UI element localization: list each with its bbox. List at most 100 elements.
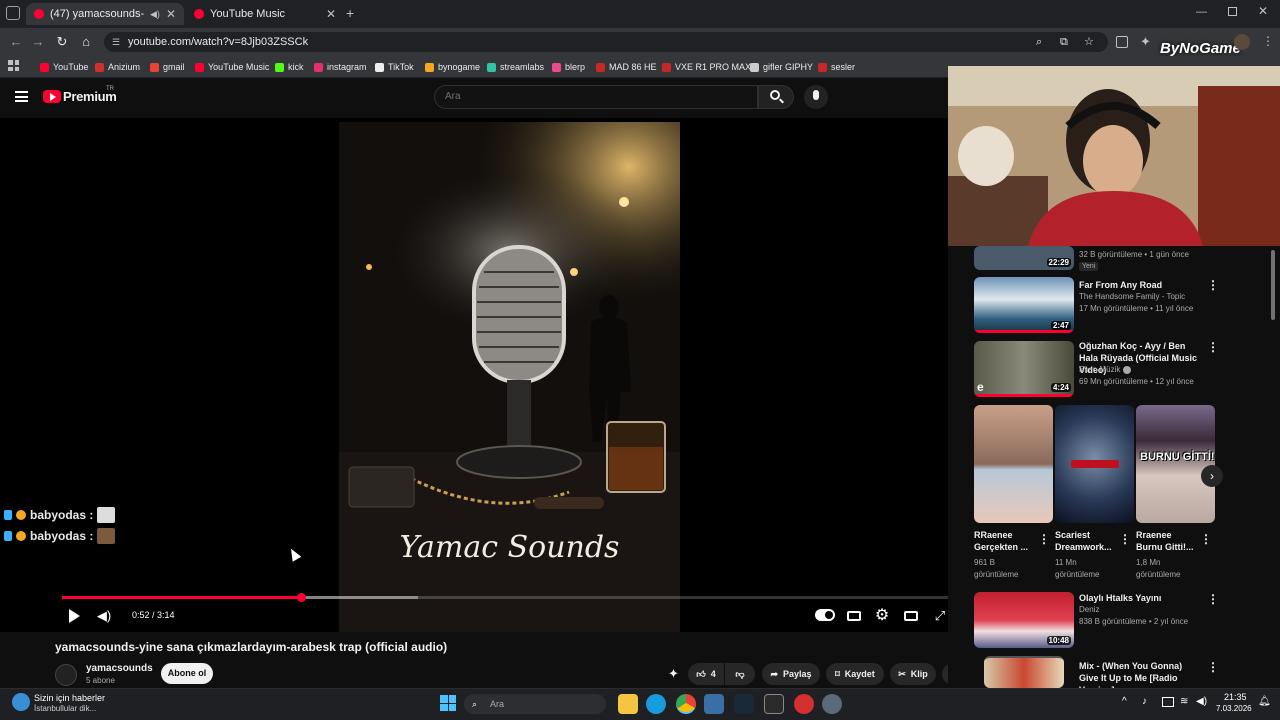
dislike-button[interactable]: 👎︎: [725, 663, 755, 685]
taskbar-search-input[interactable]: ⌕ Ara: [464, 694, 606, 714]
video-thumbnail[interactable]: 10:48: [974, 592, 1074, 648]
settings-button[interactable]: ⚙: [871, 606, 893, 626]
more-icon[interactable]: ⋮: [1207, 660, 1219, 674]
share-button[interactable]: ➦ Paylaş: [762, 663, 820, 685]
short-thumbnail[interactable]: BURNU GİTTİ!: [1136, 405, 1215, 523]
bookmark-gmail[interactable]: gmail: [150, 59, 185, 75]
menu-kebab-icon[interactable]: ⋮: [1262, 34, 1274, 48]
video-thumbnail[interactable]: 22:29: [974, 246, 1074, 270]
short-thumbnail[interactable]: [1055, 405, 1134, 523]
theater-mode-button[interactable]: [900, 606, 922, 626]
display-icon[interactable]: [1162, 697, 1174, 707]
bookmark-anizium[interactable]: Anizium: [95, 59, 140, 75]
bookmark-instagram[interactable]: instagram: [314, 59, 367, 75]
address-bar[interactable]: ☰ youtube.com/watch?v=8Jjb03ZSSCk ⌕ ⧉ ☆: [104, 32, 1108, 52]
clock-time[interactable]: 21:35: [1224, 692, 1247, 702]
tab-youtube-video[interactable]: (47) yamacsounds-yine sana ◀) ✕: [26, 3, 184, 25]
video-channel[interactable]: Esen Müzik: [1079, 364, 1131, 376]
video-channel[interactable]: The Handsome Family - Topic: [1079, 291, 1185, 303]
bookmark-mad-86-he[interactable]: MAD 86 HE: [596, 59, 657, 75]
bookmark-gifler-giphy[interactable]: gifler GIPHY: [750, 59, 813, 75]
microphone-icon[interactable]: ♪: [1142, 696, 1147, 707]
minimize-icon[interactable]: —: [1196, 6, 1207, 18]
bookmark-blerp[interactable]: blerp: [552, 59, 585, 75]
news-widget-icon[interactable]: [12, 693, 30, 711]
forward-icon[interactable]: →: [30, 34, 46, 50]
new-tab-icon[interactable]: +: [346, 6, 360, 20]
tab-search-icon[interactable]: [6, 6, 20, 20]
zoom-icon[interactable]: ⌕: [1036, 32, 1042, 52]
mix-thumbnail[interactable]: [984, 656, 1064, 688]
more-icon[interactable]: ⋮: [1207, 340, 1219, 354]
more-icon[interactable]: ⋮: [1207, 278, 1219, 292]
youtube-logo-icon[interactable]: [43, 90, 61, 103]
video-thumbnail[interactable]: 2:47: [974, 277, 1074, 333]
close-tab-icon[interactable]: ✕: [166, 7, 176, 21]
channel-avatar[interactable]: [55, 664, 77, 686]
profile-avatar[interactable]: [1234, 34, 1250, 50]
install-icon[interactable]: ⧉: [1060, 32, 1068, 52]
red-app-icon[interactable]: [794, 694, 814, 714]
volume-button[interactable]: ◀): [93, 606, 115, 626]
puzzle-icon[interactable]: ✦: [1140, 34, 1151, 50]
tab-youtube-music[interactable]: YouTube Music ✕: [186, 3, 344, 25]
sidebar-scrollbar[interactable]: [1271, 250, 1275, 320]
file-explorer-icon[interactable]: [618, 694, 638, 714]
video-channel[interactable]: Deniz: [1079, 604, 1099, 616]
chevron-up-icon[interactable]: ^: [1122, 696, 1127, 707]
reload-icon[interactable]: ↻: [54, 34, 70, 50]
epic-games-icon[interactable]: [764, 694, 784, 714]
bookmark-star-icon[interactable]: ☆: [1084, 32, 1094, 52]
site-info-icon[interactable]: ☰: [112, 32, 120, 52]
video-title[interactable]: Olaylı Htalks Yayını: [1079, 592, 1201, 604]
edge-browser-icon[interactable]: [646, 694, 666, 714]
wifi-icon[interactable]: ≋: [1180, 696, 1188, 707]
short-title[interactable]: Rraenee Burnu Gitti!...: [1136, 529, 1198, 553]
shelf-next-button[interactable]: ›: [1201, 465, 1223, 487]
bookmark-kick[interactable]: kick: [275, 59, 304, 75]
scrubber-handle[interactable]: [296, 593, 306, 602]
store-icon[interactable]: [704, 694, 724, 714]
video-thumbnail[interactable]: e 4:24: [974, 341, 1074, 397]
more-icon[interactable]: ⋮: [1119, 532, 1131, 546]
search-input[interactable]: Ara: [434, 85, 758, 109]
hamburger-menu-icon[interactable]: [15, 91, 28, 102]
short-thumbnail[interactable]: [974, 405, 1053, 523]
more-icon[interactable]: ⋮: [1207, 592, 1219, 606]
bookmark-youtube-music[interactable]: YouTube Music: [195, 59, 269, 75]
bookmark-tiktok[interactable]: TikTok: [375, 59, 414, 75]
app-icon[interactable]: [822, 694, 842, 714]
bookmark-streamlabs[interactable]: streamlabs: [487, 59, 544, 75]
home-icon[interactable]: ⌂: [78, 34, 94, 50]
close-window-icon[interactable]: ✕: [1258, 4, 1268, 18]
clock-date[interactable]: 7.03.2026: [1216, 704, 1252, 713]
volume-icon[interactable]: ◀): [1196, 696, 1207, 707]
more-icon[interactable]: ⋮: [1038, 532, 1050, 546]
short-title[interactable]: Scariest Dreamwork...: [1055, 529, 1117, 553]
maximize-icon[interactable]: [1228, 7, 1237, 16]
bookmark-bynogame[interactable]: bynogame: [425, 59, 480, 75]
play-button[interactable]: [63, 606, 85, 626]
chrome-icon[interactable]: [676, 694, 696, 714]
like-button[interactable]: 👍︎ 4: [688, 663, 724, 685]
voice-search-button[interactable]: [804, 85, 828, 109]
short-title[interactable]: RRaenee Gerçekten ...: [974, 529, 1036, 553]
clip-button[interactable]: ✂ Klip: [890, 663, 936, 685]
windows-start-icon[interactable]: [440, 695, 456, 711]
save-button[interactable]: ⌑ Kaydet: [826, 663, 884, 685]
channel-name[interactable]: yamacsounds: [86, 663, 153, 674]
apps-grid-icon[interactable]: [8, 60, 19, 71]
bookmark-youtube[interactable]: YouTube: [40, 59, 88, 75]
search-button[interactable]: [758, 85, 794, 109]
sparkle-icon[interactable]: ✦: [668, 666, 679, 682]
bookmark-vxe-r1-pro-max[interactable]: VXE R1 PRO MAX: [662, 59, 751, 75]
close-tab-icon[interactable]: ✕: [326, 7, 336, 21]
subtitles-button[interactable]: [843, 606, 865, 626]
back-icon[interactable]: ←: [8, 34, 24, 50]
more-icon[interactable]: ⋮: [1200, 532, 1212, 546]
steam-icon[interactable]: [734, 694, 754, 714]
autoplay-toggle[interactable]: [815, 609, 835, 621]
news-widget-title[interactable]: Sizin için haberler: [34, 693, 105, 703]
subscribe-button[interactable]: Abone ol: [161, 663, 213, 684]
bookmark-sesler[interactable]: sesler: [818, 59, 855, 75]
